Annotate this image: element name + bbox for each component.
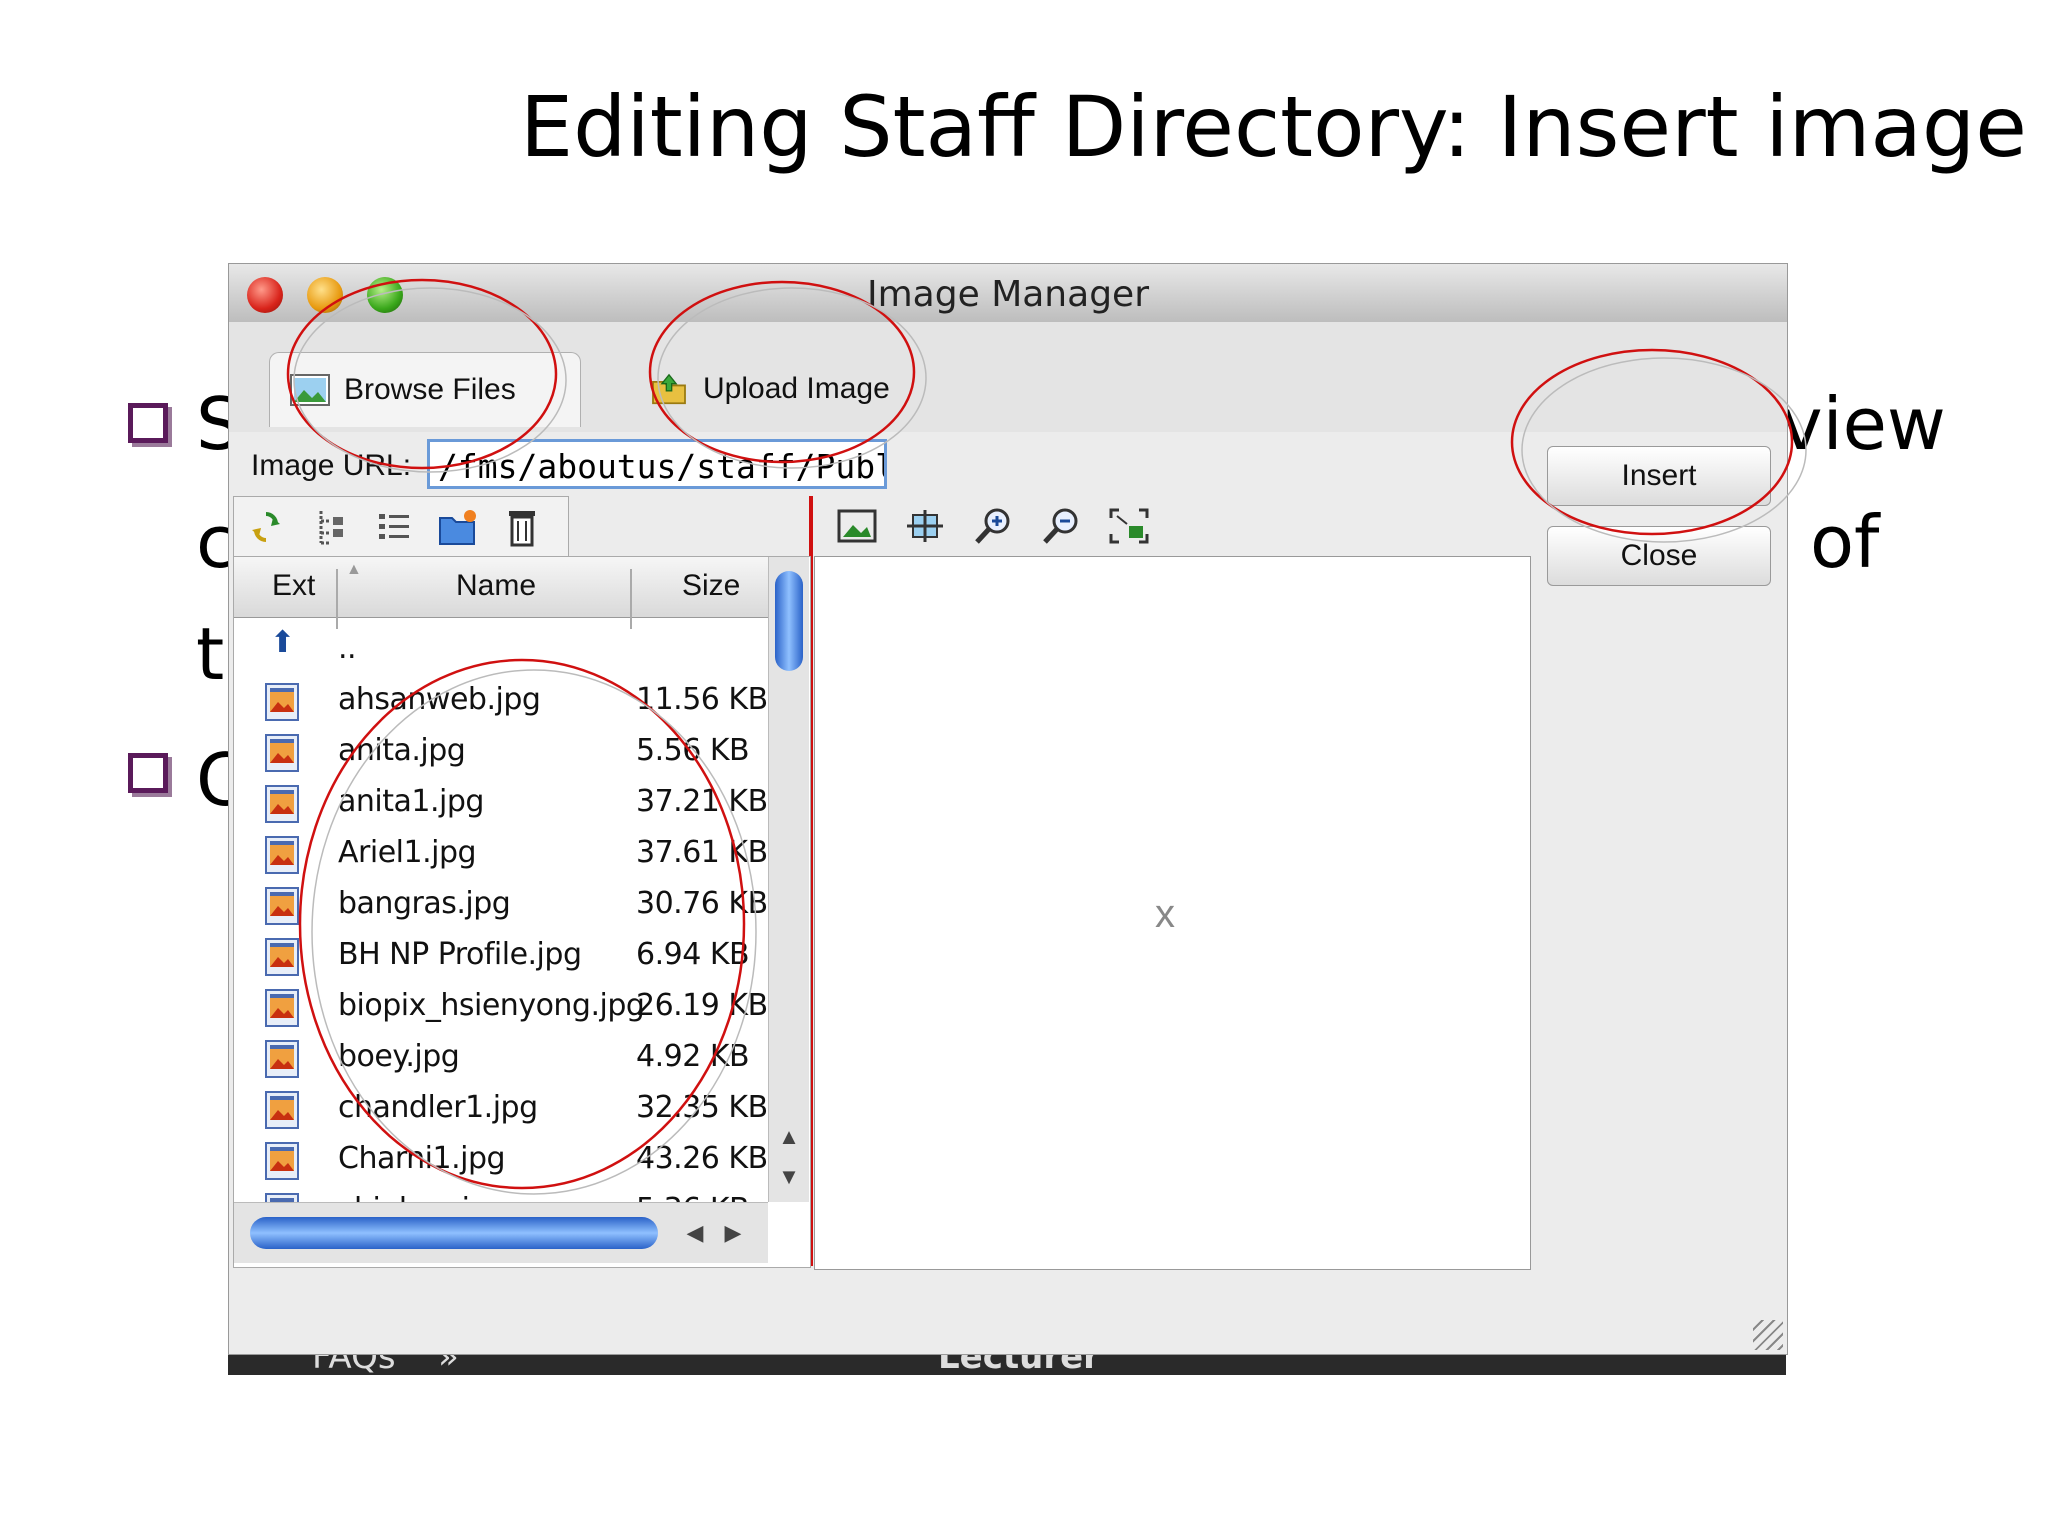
file-row[interactable]: chandler1.jpg 32.35 KB: [234, 1082, 768, 1133]
file-size: 11.56 KB: [636, 682, 768, 717]
slide-title: Editing Staff Directory: Insert image: [520, 78, 2027, 176]
file-name: ahsanweb.jpg: [338, 682, 541, 717]
column-header-ext[interactable]: Ext: [272, 569, 315, 603]
scroll-right-arrow[interactable]: ▶: [718, 1218, 748, 1248]
file-name: BH NP Profile.jpg: [338, 937, 582, 972]
file-row[interactable]: biopix_hsienyong.jpg 26.19 KB: [234, 980, 768, 1031]
file-name: Ariel1.jpg: [338, 835, 477, 870]
scroll-down-arrow[interactable]: ▼: [774, 1162, 804, 1192]
trash-icon[interactable]: [502, 507, 542, 547]
file-list-header: Ext ▲ Name Size: [234, 557, 768, 629]
horizontal-scroll-thumb[interactable]: [250, 1217, 658, 1249]
image-url-input[interactable]: /fms/aboutus/staff/Publis: [427, 439, 887, 489]
jpg-file-icon: [262, 1039, 302, 1079]
column-divider: [336, 569, 338, 629]
parent-directory-row[interactable]: ⬆ ..: [234, 623, 768, 674]
file-name: bangras.jpg: [338, 886, 511, 921]
file-size: 26.19 KB: [636, 988, 768, 1023]
file-row[interactable]: Ariel1.jpg 37.61 KB: [234, 827, 768, 878]
file-name: Charni1.jpg: [338, 1141, 506, 1176]
parent-directory-label: ..: [338, 631, 357, 666]
file-toolbar: [233, 496, 569, 558]
scroll-up-arrow[interactable]: ▲: [774, 1122, 804, 1152]
file-row[interactable]: Charni1.jpg 43.26 KB: [234, 1133, 768, 1184]
file-size: 4.92 KB: [636, 1039, 750, 1074]
file-name: boey.jpg: [338, 1039, 460, 1074]
jpg-file-icon: [262, 835, 302, 875]
file-row[interactable]: bangras.jpg 30.76 KB: [234, 878, 768, 929]
close-button[interactable]: Close: [1547, 526, 1771, 586]
vertical-scrollbar[interactable]: ▲ ▼: [768, 557, 809, 1202]
image-manager-window: Image Manager Browse Files Upload Image …: [228, 263, 1788, 1355]
bullet-text-fragment: t: [196, 612, 225, 696]
preview-placeholder: x: [1155, 892, 1175, 936]
file-row[interactable]: ahsanweb.jpg 11.56 KB: [234, 674, 768, 725]
file-size: 30.76 KB: [636, 886, 768, 921]
vertical-scroll-thumb[interactable]: [775, 571, 803, 671]
new-folder-icon[interactable]: [438, 507, 478, 547]
actual-size-icon[interactable]: [905, 506, 945, 546]
up-arrow-icon: ⬆: [270, 625, 296, 660]
jpg-file-icon: [262, 886, 302, 926]
resize-grip-icon[interactable]: [1753, 1320, 1783, 1350]
jpg-file-icon: [262, 937, 302, 977]
zoom-out-icon[interactable]: [1041, 506, 1081, 546]
fit-image-icon[interactable]: [837, 506, 877, 546]
jpg-file-icon: [262, 784, 302, 824]
bullet-text-fragment: of: [1810, 500, 1880, 584]
file-row[interactable]: anita1.jpg 37.21 KB: [234, 776, 768, 827]
file-list: Ext ▲ Name Size ⬆ .. ahsanweb.jpg 11.56 K…: [233, 556, 811, 1268]
file-size: 37.21 KB: [636, 784, 768, 819]
column-divider: [630, 569, 632, 629]
file-size: 43.26 KB: [636, 1141, 768, 1176]
bullet-text-fragment: view: [1780, 382, 1946, 466]
file-size: 6.94 KB: [636, 937, 750, 972]
zoom-in-icon[interactable]: [973, 506, 1013, 546]
folder-upload-icon: [652, 373, 686, 405]
file-size: 32.35 KB: [636, 1090, 768, 1125]
horizontal-scrollbar[interactable]: ◀ ▶: [234, 1202, 768, 1263]
jpg-file-icon: [262, 682, 302, 722]
file-name: anita.jpg: [338, 733, 466, 768]
file-row[interactable]: BH NP Profile.jpg 6.94 KB: [234, 929, 768, 980]
file-size: 37.61 KB: [636, 835, 768, 870]
column-header-size[interactable]: Size: [682, 569, 740, 603]
file-row[interactable]: anita.jpg 5.56 KB: [234, 725, 768, 776]
file-row[interactable]: boey.jpg 4.92 KB: [234, 1031, 768, 1082]
image-icon: [290, 374, 330, 406]
tab-label: Upload Image: [703, 372, 890, 405]
image-preview-pane: x: [814, 556, 1531, 1270]
preview-toolbar: [829, 496, 1179, 556]
image-url-label: Image URL:: [251, 449, 412, 482]
jpg-file-icon: [262, 733, 302, 773]
column-header-name[interactable]: Name: [456, 569, 536, 603]
bullet-marker: [128, 753, 168, 793]
scroll-left-arrow[interactable]: ◀: [680, 1218, 710, 1248]
fit-window-icon[interactable]: [1109, 506, 1149, 546]
insert-button[interactable]: Insert: [1547, 446, 1771, 506]
jpg-file-icon: [262, 988, 302, 1028]
window-title: Image Manager: [867, 274, 1149, 315]
bullet-marker: [128, 403, 168, 443]
tab-upload-image[interactable]: Upload Image: [629, 352, 929, 426]
refresh-icon[interactable]: [246, 507, 286, 547]
file-size: 5.56 KB: [636, 733, 750, 768]
tab-bar: Browse Files Upload Image: [229, 322, 1787, 432]
tab-label: Browse Files: [344, 373, 516, 406]
sort-ascending-icon: ▲: [346, 561, 362, 578]
file-name: chandler1.jpg: [338, 1090, 538, 1125]
file-name: anita1.jpg: [338, 784, 484, 819]
list-view-icon[interactable]: [374, 507, 414, 547]
window-titlebar[interactable]: Image Manager: [229, 264, 1787, 323]
tab-browse-files[interactable]: Browse Files: [269, 352, 581, 427]
tree-view-icon[interactable]: [312, 507, 352, 547]
jpg-file-icon: [262, 1090, 302, 1130]
file-name: biopix_hsienyong.jpg: [338, 988, 645, 1023]
jpg-file-icon: [262, 1141, 302, 1181]
